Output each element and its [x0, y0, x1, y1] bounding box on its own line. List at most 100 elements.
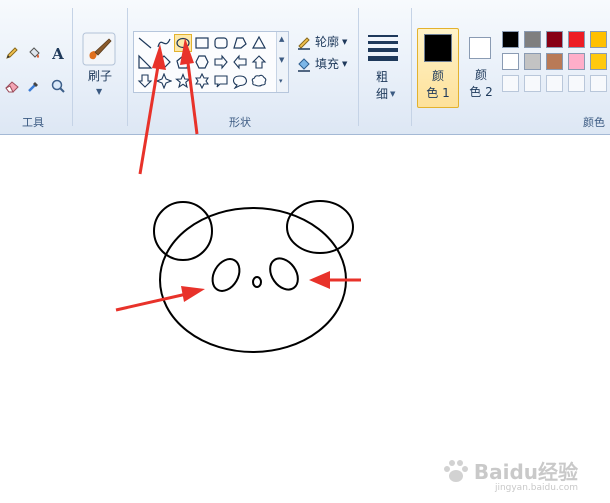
palette-custom-slot[interactable]	[502, 75, 519, 92]
color2-label-line1: 颜	[474, 68, 487, 82]
ellipse-icon	[176, 37, 190, 49]
palette-color-swatch[interactable]	[546, 31, 563, 48]
scroll-down-icon[interactable]: ▼	[279, 56, 284, 64]
tools-group-label: 工具	[22, 116, 44, 129]
ribbon-toolbar: A 工具 刷子 ▼ ▲ ▼ ▾ 轮廓 ▼ 填充 ▼ 形状 粗 细 ▼ 颜 色 1…	[0, 0, 610, 135]
left-arrow-icon	[233, 54, 247, 70]
outline-dropdown[interactable]: 轮廓 ▼	[296, 33, 347, 50]
curve-icon	[157, 38, 171, 48]
size-button[interactable]	[366, 32, 404, 65]
drawing-canvas[interactable]	[0, 135, 610, 503]
fill-label: 填充	[315, 57, 340, 71]
right-triangle-icon	[138, 54, 153, 69]
triangle-shape[interactable]	[250, 34, 268, 52]
palette-color-swatch[interactable]	[502, 31, 519, 48]
line-shape[interactable]	[136, 34, 154, 52]
eraser-tool[interactable]	[2, 76, 22, 96]
right-arrow-shape[interactable]	[212, 53, 230, 71]
pencil-tool[interactable]	[2, 43, 22, 63]
paintbrush-icon	[82, 32, 116, 66]
size-label-line1: 粗	[375, 70, 388, 84]
fill-dropdown-arrow-icon: ▼	[342, 59, 348, 68]
polygon-shape[interactable]	[231, 34, 249, 52]
panda-right-ear	[286, 200, 354, 254]
palette-color-swatch[interactable]	[524, 31, 541, 48]
palette-color-swatch[interactable]	[568, 53, 585, 70]
palette-custom-slot[interactable]	[590, 75, 607, 92]
triangle-icon	[251, 35, 267, 49]
down-arrow-icon	[137, 74, 153, 88]
rectangle-icon	[195, 37, 209, 49]
shapes-gallery-scrollbar[interactable]: ▲ ▼ ▾	[276, 32, 288, 92]
cloud-callout-shape[interactable]	[250, 72, 268, 90]
group-divider	[358, 8, 359, 126]
palette-custom-slot[interactable]	[524, 75, 541, 92]
group-divider	[411, 8, 412, 126]
group-divider	[127, 8, 128, 126]
diamond-shape[interactable]	[155, 53, 173, 71]
palette-color-swatch[interactable]	[568, 31, 585, 48]
six-point-star-icon	[194, 73, 210, 89]
ellipse-shape[interactable]	[174, 34, 192, 52]
watermark-url: jingyan.baidu.com	[494, 483, 578, 493]
colors-group-label: 颜色	[583, 116, 605, 129]
color1-button[interactable]: 颜 色 1	[417, 28, 459, 108]
panda-left-eye	[211, 258, 241, 292]
shapes-group-label: 形状	[229, 116, 251, 129]
palette-color-swatch[interactable]	[590, 31, 607, 48]
text-tool[interactable]: A	[48, 43, 68, 63]
fill-bucket-tool[interactable]	[24, 43, 44, 63]
palette-color-swatch[interactable]	[590, 53, 607, 70]
hexagon-shape[interactable]	[193, 53, 211, 71]
up-arrow-shape[interactable]	[250, 53, 268, 71]
rounded-rectangle-shape[interactable]	[212, 34, 230, 52]
right-triangle-shape[interactable]	[136, 53, 154, 71]
palette-color-swatch[interactable]	[502, 53, 519, 70]
fill-dropdown[interactable]: 填充 ▼	[296, 55, 347, 72]
brush-dropdown-arrow-icon[interactable]: ▼	[96, 87, 102, 96]
size-dropdown-arrow-icon[interactable]: ▼	[390, 90, 395, 98]
hexagon-icon	[195, 55, 209, 69]
palette-custom-slot[interactable]	[568, 75, 585, 92]
cloud-callout-icon	[251, 74, 267, 87]
palette-color-swatch[interactable]	[546, 53, 563, 70]
size-label-line2: 细	[375, 87, 388, 101]
palette-custom-slot[interactable]	[546, 75, 563, 92]
five-point-star-icon	[175, 73, 191, 89]
color2-swatch	[469, 37, 491, 59]
rect-callout-shape[interactable]	[212, 72, 230, 90]
line-width-icon	[368, 35, 398, 61]
pentagon-shape[interactable]	[174, 53, 192, 71]
color-picker-tool[interactable]	[24, 76, 44, 96]
paint-bucket-icon	[29, 47, 40, 58]
rectangle-shape[interactable]	[193, 34, 211, 52]
magnifier-tool[interactable]	[48, 76, 68, 96]
palette-color-swatch[interactable]	[524, 53, 541, 70]
oval-callout-icon	[232, 75, 248, 89]
color-palette	[502, 31, 610, 97]
up-arrow-icon	[251, 55, 267, 69]
outline-pen-icon	[298, 36, 310, 50]
pencil-icon	[6, 47, 18, 59]
five-point-star-shape[interactable]	[174, 72, 192, 90]
color2-label-line2: 色 2	[469, 85, 493, 99]
four-point-star-icon	[156, 73, 172, 89]
six-point-star-shape[interactable]	[193, 72, 211, 90]
four-point-star-shape[interactable]	[155, 72, 173, 90]
text-a-icon: A	[51, 45, 64, 61]
gallery-expand-icon[interactable]: ▾	[279, 77, 283, 85]
color1-swatch	[424, 34, 452, 62]
svg-text:A: A	[51, 45, 64, 61]
watermark-brand: Baidu经验	[473, 460, 578, 484]
scroll-up-icon[interactable]: ▲	[279, 35, 284, 43]
line-icon	[138, 37, 152, 49]
eraser-icon	[5, 81, 19, 93]
oval-callout-shape[interactable]	[231, 72, 249, 90]
left-arrow-shape[interactable]	[231, 53, 249, 71]
color2-button[interactable]: 颜 色 2	[461, 28, 501, 108]
down-arrow-shape[interactable]	[136, 72, 154, 90]
brush-button[interactable]	[82, 32, 116, 66]
curve-shape[interactable]	[155, 34, 173, 52]
baidu-watermark: Baidu经验 jingyan.baidu.com	[441, 456, 578, 493]
paw-logo-icon	[443, 459, 468, 482]
